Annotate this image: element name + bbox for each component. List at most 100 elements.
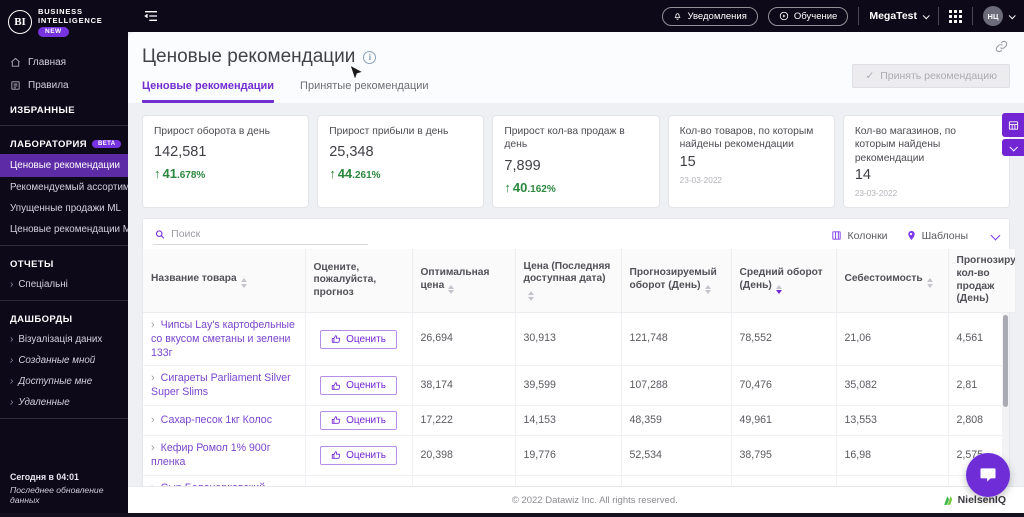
rate-button[interactable]: Оценить <box>320 376 397 396</box>
sidebar-item-price-recommendations-ml[interactable]: Ценовые рекомендации ML <box>0 219 128 240</box>
rate-button[interactable]: Оценить <box>320 445 397 465</box>
table-view-button[interactable] <box>1002 113 1024 137</box>
col-cost[interactable]: Себестоимость <box>836 249 949 314</box>
sidebar-item-created-by-me[interactable]: › Созданные мной <box>0 350 128 371</box>
sort-icon[interactable] <box>527 291 534 301</box>
tab-price-recommendations[interactable]: Ценовые рекомендации <box>142 80 275 103</box>
kpi-value: 142,581 <box>154 144 207 161</box>
vertical-scrollbar-thumb[interactable] <box>1003 315 1008 408</box>
lab-section-header: ЛАБОРАТОРИЯ BETA <box>0 131 128 154</box>
kpi-date: 23-03-2022 <box>679 174 723 185</box>
divider <box>938 7 939 25</box>
collapse-side-button[interactable] <box>1002 139 1024 156</box>
training-button[interactable]: Обучение <box>767 6 849 26</box>
sidebar-item-special-reports[interactable]: › Спеціальні <box>0 274 128 295</box>
col-forecast-turnover[interactable]: Прогнозируемый оборот (День) <box>621 249 732 314</box>
sidebar-item-deleted[interactable]: › Удаленные <box>0 392 128 413</box>
templates-button[interactable]: Шаблоны <box>906 230 968 242</box>
col-last-price[interactable]: Цена (Последняя доступная дата) <box>515 249 622 314</box>
user-menu[interactable]: НЦ <box>983 6 1016 26</box>
page-title: Ценовые рекомендации <box>142 46 356 67</box>
forecast-sales-cell: 2,81 <box>948 365 1009 406</box>
sort-icon[interactable] <box>704 284 711 295</box>
search-field[interactable] <box>153 226 368 246</box>
sidebar: BI BUSINESS INTELLIGENCE NEW Главная Пра… <box>0 0 128 517</box>
columns-button[interactable]: Колонки <box>831 230 888 242</box>
sidebar-item-label: Удаленные <box>18 396 70 408</box>
search-input[interactable] <box>171 228 366 241</box>
app-logo[interactable]: BI BUSINESS INTELLIGENCE NEW <box>0 0 128 43</box>
kpi-value: 7,899 <box>504 157 541 174</box>
sort-icon[interactable] <box>448 284 455 295</box>
new-badge: NEW <box>38 27 69 37</box>
col-avg-turnover[interactable]: Средний оборот (День) <box>731 249 837 314</box>
sidebar-item-recommended-assortment[interactable]: Рекомендуемый ассортим... <box>0 177 128 198</box>
sort-icon[interactable] <box>240 278 247 288</box>
col-forecast-sales[interactable]: Прогнозируемое кол-во продаж (День) <box>948 249 1016 314</box>
sidebar-item-lost-sales-ml[interactable]: Упущенные продажи ML <box>0 198 128 219</box>
menu-fold-icon[interactable] <box>144 10 158 22</box>
table-header-row: Название товара Оцените, пожалуйста, про… <box>143 249 1016 314</box>
row-expand-icon[interactable]: › <box>151 442 155 454</box>
sidebar-item-label: Правила <box>28 79 69 91</box>
chevron-right-icon: › <box>10 278 14 290</box>
col-product-name[interactable]: Название товара <box>143 249 306 314</box>
sidebar-item-price-recommendations[interactable]: Ценовые рекомендации <box>0 153 128 177</box>
sidebar-item-label: Созданные мной <box>18 354 96 366</box>
optimal-price-cell: 20,398 <box>412 435 516 476</box>
sidebar-item-available-to-me[interactable]: › Доступные мне <box>0 371 128 392</box>
chevron-right-icon: › <box>10 375 14 387</box>
up-arrow-icon: ↑ <box>504 179 511 195</box>
training-label: Обучение <box>793 10 838 22</box>
last-price-cell: 39,599 <box>515 365 622 406</box>
table-row: › Кефир Ромол 1% 900г пленка Оценить 20,3… <box>143 435 1009 476</box>
kpi-delta-int: 40 <box>512 179 528 195</box>
info-icon[interactable]: i <box>363 50 377 64</box>
rate-button[interactable]: Оценить <box>320 329 397 349</box>
link-icon[interactable] <box>995 40 1008 58</box>
bi-logo-icon: BI <box>8 10 32 35</box>
kpi-value: 15 <box>679 153 696 170</box>
sort-icon[interactable] <box>926 278 933 288</box>
chevron-down-icon <box>922 11 930 19</box>
row-expand-icon[interactable]: › <box>151 372 155 384</box>
tab-accepted-recommendations[interactable]: Принятые рекомендации <box>300 80 429 103</box>
notifications-button[interactable]: Уведомления <box>662 6 758 26</box>
avatar[interactable]: НЦ <box>983 6 1003 26</box>
divider <box>858 7 860 25</box>
forecast-turnover-cell: 52,534 <box>621 435 732 476</box>
optimal-price-cell: 38,174 <box>412 365 516 406</box>
row-expand-icon[interactable]: › <box>151 319 155 331</box>
workspace-selector[interactable]: MegaTest <box>869 10 930 22</box>
recommendations-table: Название товара Оцените, пожалуйста, про… <box>143 249 1016 314</box>
rate-button[interactable]: Оценить <box>320 410 397 430</box>
kpi-delta-frac: .162% <box>527 183 556 195</box>
kpi-profit-growth: Прирост прибыли в день 25,348 ↑ 44.261% <box>317 115 485 209</box>
sidebar-item-rules[interactable]: Правила <box>0 74 128 97</box>
table-row: › Сахар-песок 1кг Колос Оценить 17,222 14… <box>143 405 1009 437</box>
kpi-stores-count: Кол-во магазинов, по которым найдены рек… <box>842 115 1011 209</box>
sidebar-item-data-visualization[interactable]: › Візуалізація даних <box>0 329 128 350</box>
home-icon <box>11 57 20 67</box>
forecast-turnover-cell: 107,288 <box>621 365 732 406</box>
product-link[interactable]: Сахар-песок 1кг Колос <box>161 414 272 426</box>
kpi-sales-count-growth: Прирост кол-ва продаж в день 7,899 ↑ 40.1… <box>492 115 660 209</box>
table-toolbar: Колонки Шаблоны <box>143 219 1009 249</box>
product-link[interactable]: Кефир Ромол 1% 900г пленка <box>151 442 271 468</box>
sidebar-item-home[interactable]: Главная <box>0 51 128 74</box>
reports-section-header: ОТЧЕТЫ <box>10 258 54 270</box>
chat-icon <box>980 468 996 482</box>
col-rate-forecast[interactable]: Оцените, пожалуйста, прогноз <box>305 249 413 314</box>
product-link[interactable]: Чипсы Lay's картофельные со вкусом смета… <box>151 319 295 359</box>
col-optimal-price[interactable]: Оптимальная цена <box>412 249 516 314</box>
row-expand-icon[interactable]: › <box>151 414 155 426</box>
apps-grid-icon[interactable] <box>949 9 962 23</box>
sort-icon-active[interactable] <box>775 284 782 295</box>
accept-recommendation-button[interactable]: ✓ Принять рекомендацию <box>852 64 1010 88</box>
product-link[interactable]: Сигареты Parliament Silver Super Slims <box>151 372 291 398</box>
collapse-panel-icon[interactable] <box>990 230 1001 242</box>
chat-widget-button[interactable] <box>966 453 1010 497</box>
columns-icon <box>832 231 842 240</box>
kpi-label: Прирост прибыли в день <box>329 126 449 137</box>
kpi-delta-int: 44 <box>337 166 353 182</box>
